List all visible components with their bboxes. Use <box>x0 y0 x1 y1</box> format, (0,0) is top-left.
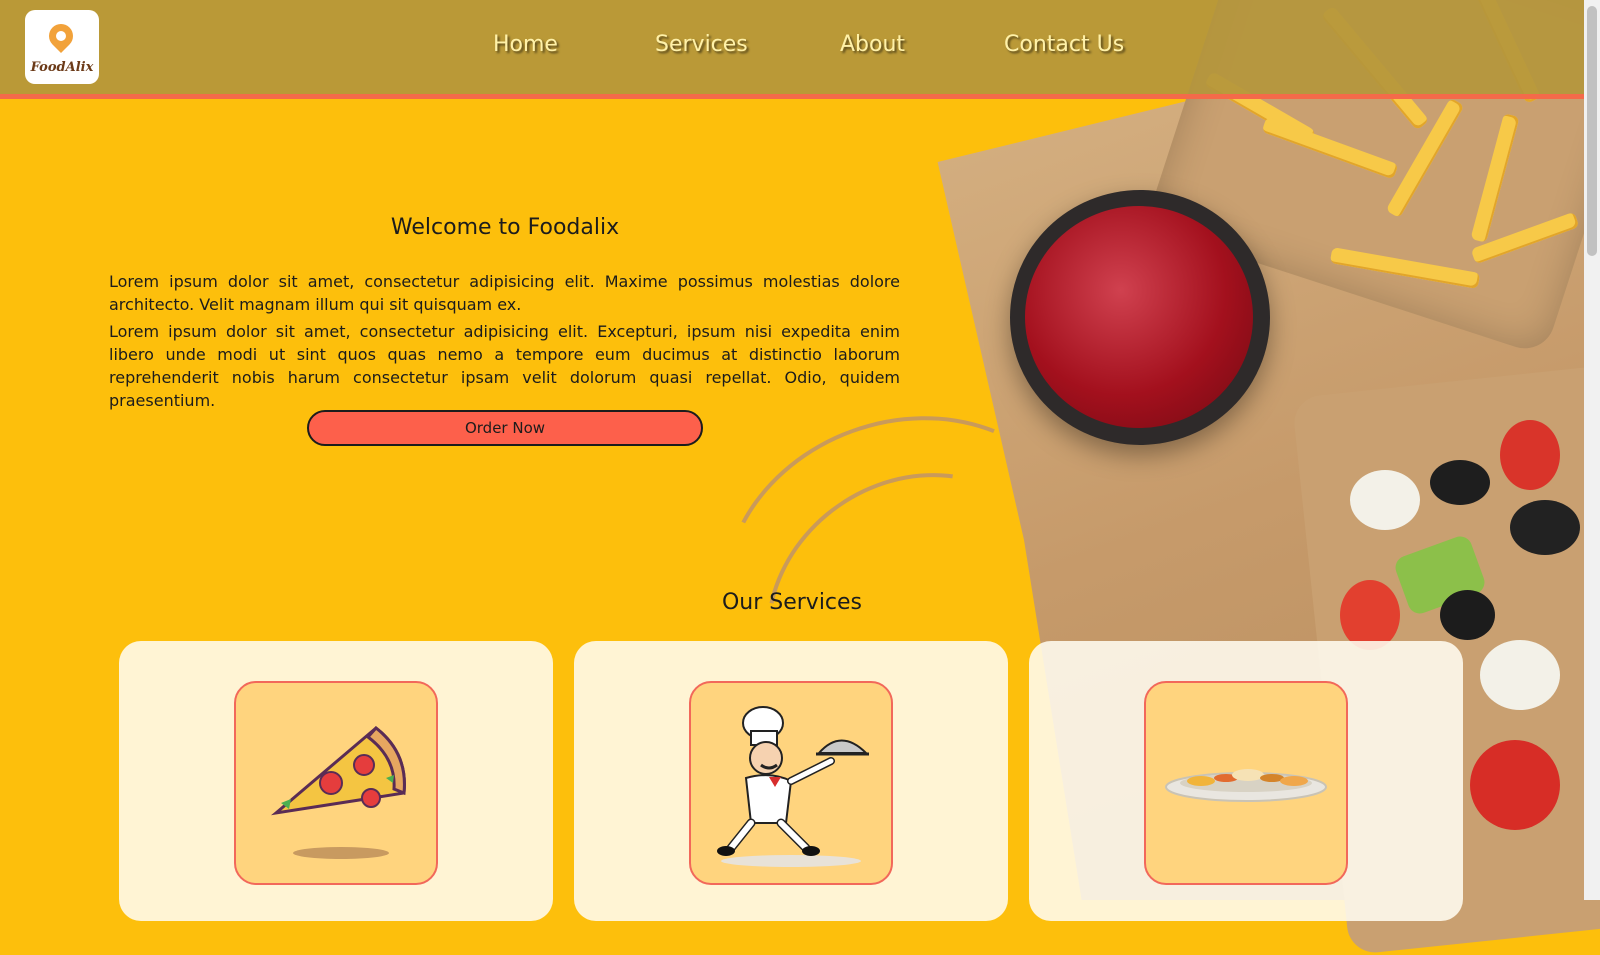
service-card-thali[interactable] <box>1029 641 1463 921</box>
nav-home[interactable]: Home <box>493 32 558 57</box>
background-ketchup <box>1025 206 1253 428</box>
nav-about[interactable]: About <box>840 32 905 57</box>
background-tomato <box>1500 420 1560 490</box>
pizza-icon <box>234 681 438 885</box>
background-tomato <box>1470 740 1560 830</box>
thali-icon <box>1144 681 1348 885</box>
background-feta <box>1350 470 1420 530</box>
background-olive <box>1430 460 1490 505</box>
background-feta <box>1480 640 1560 710</box>
chef-icon <box>689 681 893 885</box>
header-bar: FoodAlix Home Services About Contact Us <box>0 0 1584 99</box>
scrollbar-thumb[interactable] <box>1587 6 1597 256</box>
hero-paragraph-2: Lorem ipsum dolor sit amet, consectetur … <box>109 322 900 410</box>
services-title: Our Services <box>721 590 863 615</box>
service-card-pizza[interactable] <box>119 641 553 921</box>
nav-services[interactable]: Services <box>655 32 748 57</box>
background-olive <box>1510 500 1580 555</box>
order-now-button[interactable]: Order Now <box>307 410 703 446</box>
hero-paragraph-1: Lorem ipsum dolor sit amet, consectetur … <box>109 272 900 314</box>
main-nav: Home Services About Contact Us <box>0 0 1584 94</box>
service-card-chef[interactable] <box>574 641 1008 921</box>
nav-contact-us[interactable]: Contact Us <box>1004 32 1124 57</box>
hero-title: Welcome to Foodalix <box>390 215 620 240</box>
